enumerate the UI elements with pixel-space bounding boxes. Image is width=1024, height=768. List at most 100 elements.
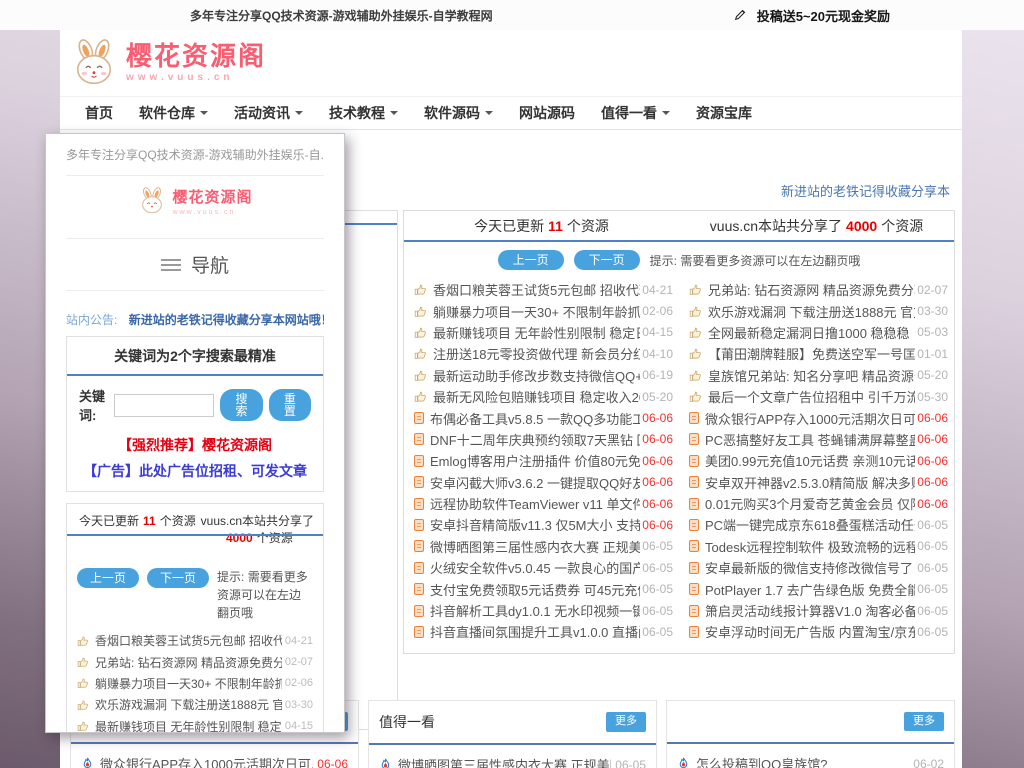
next-page-button[interactable]: 下一页 xyxy=(574,250,640,270)
resource-list-item[interactable]: 注册送18元零投资做代理 新会员分红存1000 04-10 xyxy=(404,343,679,364)
resource-title-link[interactable]: 安卓闪截大师v3.6.2 一键提取QQ好友发的闪图 xyxy=(430,473,640,492)
next-page-button[interactable]: 下一页 xyxy=(147,568,209,588)
resource-list-item[interactable]: 抖音直播间氛围提升工具v1.0.0 直播间自动发 06-05 xyxy=(404,621,679,642)
resource-list-item[interactable]: 远程协助软件TeamViewer v11 单文件版 方便 06-06 xyxy=(404,493,679,514)
overlay-list-item[interactable]: 香烟口粮芙蓉王试货5元包邮 招收代理 04-21 xyxy=(67,630,323,651)
bottom-list-item[interactable]: 微博晒图第三届性感内衣大赛 正规美图等你欣赏 06-05 xyxy=(369,745,656,768)
resource-title-link[interactable]: 【莆田潮牌鞋服】免费送空军一号匡威1970s xyxy=(708,344,915,363)
more-button[interactable]: 更多 xyxy=(606,712,646,731)
resource-list-item[interactable]: 微博晒图第三届性感内衣大赛 正规美图等你欣 06-05 xyxy=(404,536,679,557)
resource-list-item[interactable]: 安卓最新版的微信支持修改微信号了！ IOS版 06-05 xyxy=(679,557,954,578)
resource-title-link[interactable]: PC恶搞整好友工具 苍蝇铺满屏幕整蛊专家 效 xyxy=(705,430,915,449)
resource-title-link[interactable]: 最新赚钱项目 无年龄性别限制 稳定日撸300+ xyxy=(433,323,640,342)
search-button[interactable]: 搜索 xyxy=(220,389,262,421)
overlay-logo[interactable]: 樱花资源阁 www.vuus.cn xyxy=(46,176,344,238)
resource-title-link[interactable]: 兄弟站: 钻石资源网 精品资源免费分享基地 xyxy=(708,280,915,299)
resource-title-link[interactable]: 微众银行APP存入1000元活期次日可以获得无 xyxy=(705,409,915,428)
resource-list-item[interactable]: 躺赚暴力项目一天30+ 不限制年龄抓紧上车 02-06 xyxy=(404,300,679,321)
resource-list-item[interactable]: 火绒安全软件v5.0.45 一款良心的国产安全软件 06-05 xyxy=(404,557,679,578)
resource-title-link[interactable]: 注册送18元零投资做代理 新会员分红存1000 xyxy=(433,344,640,363)
nav-item[interactable]: 技术教程 xyxy=(316,103,411,123)
resource-list-item[interactable]: PotPlayer 1.7 去广告绿色版 免费全能影音播 06-05 xyxy=(679,578,954,599)
resource-list-item[interactable]: 欢乐游戏漏洞 下载注册送1888元 官方合作 03-30 xyxy=(679,300,954,321)
resource-title-link[interactable]: 最后一个文章广告位招租中 引千万流 聚八方 xyxy=(708,387,915,406)
resource-title-link[interactable]: 香烟口粮芙蓉王试货5元包邮 招收代理 xyxy=(433,280,640,299)
resource-title-link[interactable]: PotPlayer 1.7 去广告绿色版 免费全能影音播 xyxy=(705,580,915,599)
resource-title-link[interactable]: 欢乐游戏漏洞 下载注册送1888元 官方合作 xyxy=(708,302,915,321)
resource-title-link[interactable]: 布偶必备工具v5.8.5 一款QQ多功能工具软件 xyxy=(430,409,640,428)
resource-list-item[interactable]: 微众银行APP存入1000元活期次日可以获得无 06-06 xyxy=(679,407,954,428)
resource-title-link[interactable]: 欢乐游戏漏洞 下载注册送1888元 官方合 xyxy=(95,696,282,713)
promo-recommend-link[interactable]: 【强烈推荐】樱花资源阁 xyxy=(67,430,323,457)
resource-list-item[interactable]: 皇族馆兄弟站: 知名分享吧 精品资源分享基地 05-20 xyxy=(679,365,954,386)
overlay-list-item[interactable]: 最新赚钱项目 无年龄性别限制 稳定日撸 04-15 xyxy=(67,716,323,733)
reset-button[interactable]: 重置 xyxy=(269,389,311,421)
search-input[interactable] xyxy=(114,394,214,417)
resource-title-link[interactable]: 远程协助软件TeamViewer v11 单文件版 方便 xyxy=(430,494,640,513)
bottom-list-item[interactable]: 微众银行APP存入1000元活期次日可以获得无门 06-06 xyxy=(71,744,358,768)
resource-title-link[interactable]: 最新无风险包赔赚钱项目 稳定收入200-500元 xyxy=(433,387,640,406)
resource-title-link[interactable]: 安卓最新版的微信支持修改微信号了！ IOS版 xyxy=(705,558,915,577)
resource-list-item[interactable]: 最新运动助手修改步数支持微信QQ+ZFB步 06-19 xyxy=(404,365,679,386)
resource-title-link[interactable]: 支付宝免费领取5元话费券 可45元充值三网50 xyxy=(430,580,640,599)
resource-list-item[interactable]: Emlog博客用户注册插件 价值80元免费分享 06-06 xyxy=(404,450,679,471)
resource-list-item[interactable]: 布偶必备工具v5.8.5 一款QQ多功能工具软件 06-06 xyxy=(404,407,679,428)
resource-list-item[interactable]: 【莆田潮牌鞋服】免费送空军一号匡威1970s 01-01 xyxy=(679,343,954,364)
nav-item[interactable]: 网站源码 xyxy=(506,103,588,123)
prev-page-button[interactable]: 上一页 xyxy=(77,568,139,588)
resource-title-link[interactable]: 最新赚钱项目 无年龄性别限制 稳定日撸 xyxy=(95,718,282,733)
nav-item[interactable]: 软件源码 xyxy=(411,103,506,123)
resource-title-link[interactable]: DNF十二周年庆典预约领取7天黑钻 回归用户 xyxy=(430,430,640,449)
resource-title-link[interactable]: 火绒安全软件v5.0.45 一款良心的国产安全软件 xyxy=(430,558,640,577)
resource-title-link[interactable]: 安卓浮动时间无广告版 内置淘宝/京东/苏宁/招 xyxy=(705,622,915,641)
resource-list-item[interactable]: 兄弟站: 钻石资源网 精品资源免费分享基地 02-07 xyxy=(679,279,954,300)
resource-title-link[interactable]: 微博晒图第三届性感内衣大赛 正规美图等你欣 xyxy=(430,537,640,556)
resource-title-link[interactable]: 安卓双开神器v2.5.3.0精简版 解决多账号切换 xyxy=(705,473,915,492)
nav-item[interactable]: 首页 xyxy=(72,103,126,123)
resource-title-link[interactable]: Todesk远程控制软件 极致流畅的远程协助工具 xyxy=(705,537,915,556)
resource-title-link[interactable]: 抖音解析工具dy1.0.1 无水印视频一键解析软件 xyxy=(430,601,640,620)
resource-list-item[interactable]: Todesk远程控制软件 极致流畅的远程协助工具 06-05 xyxy=(679,536,954,557)
nav-item[interactable]: 活动资讯 xyxy=(221,103,316,123)
resource-title-link[interactable]: 最新运动助手修改步数支持微信QQ+ZFB步 xyxy=(433,366,640,385)
bottom-item-title-link[interactable]: 微博晒图第三届性感内衣大赛 正规美图等你欣赏 xyxy=(398,755,611,768)
resource-list-item[interactable]: 美团0.99元充值10元话费 亲测10元话费秒到 06-06 xyxy=(679,450,954,471)
resource-title-link[interactable]: 美团0.99元充值10元话费 亲测10元话费秒到 xyxy=(705,451,915,470)
resource-title-link[interactable]: 躺赚暴力项目一天30+ 不限制年龄抓紧上 xyxy=(95,675,282,692)
resource-list-item[interactable]: 最新无风险包赔赚钱项目 稳定收入200-500元 05-20 xyxy=(404,386,679,407)
resource-list-item[interactable]: 安卓抖音精简版v11.3 仅5M大小 支持账号登录 06-06 xyxy=(404,514,679,535)
resource-title-link[interactable]: 香烟口粮芙蓉王试货5元包邮 招收代理 xyxy=(95,632,282,649)
nav-item[interactable]: 值得一看 xyxy=(588,103,683,123)
resource-list-item[interactable]: DNF十二周年庆典预约领取7天黑钻 回归用户 06-06 xyxy=(404,429,679,450)
bottom-list-item[interactable]: 怎么投稿到QQ皇族馆? 06-02 xyxy=(667,744,954,768)
resource-list-item[interactable]: 0.01元购买3个月爱奇艺黄金会员 仅限京东白 06-06 xyxy=(679,493,954,514)
resource-title-link[interactable]: 箫启灵活动线报计算器V1.0 淘客必备的一款软 xyxy=(705,601,915,620)
resource-list-item[interactable]: 安卓闪截大师v3.6.2 一键提取QQ好友发的闪图 06-06 xyxy=(404,472,679,493)
resource-list-item[interactable]: 箫启灵活动线报计算器V1.0 淘客必备的一款软 06-05 xyxy=(679,600,954,621)
resource-title-link[interactable]: 抖音直播间氛围提升工具v1.0.0 直播间自动发 xyxy=(430,622,640,641)
resource-title-link[interactable]: PC端一键完成京东618叠蛋糕活动任务工具 xyxy=(705,515,915,534)
more-button[interactable]: 更多 xyxy=(904,712,944,731)
resource-title-link[interactable]: 0.01元购买3个月爱奇艺黄金会员 仅限京东白 xyxy=(705,494,915,513)
resource-list-item[interactable]: 最新赚钱项目 无年龄性别限制 稳定日撸300+ 04-15 xyxy=(404,322,679,343)
resource-title-link[interactable]: 全网最新稳定漏洞日撸1000 稳稳稳 xyxy=(708,323,915,342)
resource-title-link[interactable]: 躺赚暴力项目一天30+ 不限制年龄抓紧上车 xyxy=(433,302,640,321)
resource-title-link[interactable]: 皇族馆兄弟站: 知名分享吧 精品资源分享基地 xyxy=(708,366,915,385)
site-logo[interactable]: 樱花资源阁 www.vuus.cn xyxy=(68,38,266,88)
bottom-item-title-link[interactable]: 怎么投稿到QQ皇族馆? xyxy=(696,754,909,768)
overlay-list-item[interactable]: 欢乐游戏漏洞 下载注册送1888元 官方合 03-30 xyxy=(67,694,323,715)
resource-list-item[interactable]: PC端一键完成京东618叠蛋糕活动任务工具 06-05 xyxy=(679,514,954,535)
resource-title-link[interactable]: 兄弟站: 钻石资源网 精品资源免费分享基 xyxy=(95,654,282,671)
resource-title-link[interactable]: Emlog博客用户注册插件 价值80元免费分享 xyxy=(430,451,640,470)
overlay-nav-toggle[interactable]: 导航 xyxy=(66,238,324,291)
resource-list-item[interactable]: PC恶搞整好友工具 苍蝇铺满屏幕整蛊专家 效 06-06 xyxy=(679,429,954,450)
overlay-list-item[interactable]: 躺赚暴力项目一天30+ 不限制年龄抓紧上 02-06 xyxy=(67,673,323,694)
resource-list-item[interactable]: 安卓双开神器v2.5.3.0精简版 解决多账号切换 06-06 xyxy=(679,472,954,493)
nav-item[interactable]: 资源宝库 xyxy=(683,103,765,123)
nav-item[interactable]: 软件仓库 xyxy=(126,103,221,123)
resource-list-item[interactable]: 安卓浮动时间无广告版 内置淘宝/京东/苏宁/招 06-05 xyxy=(679,621,954,642)
bottom-item-title-link[interactable]: 微众银行APP存入1000元活期次日可以获得无门 xyxy=(100,754,313,768)
submit-reward-link[interactable]: 投稿送5~20元现金奖励 xyxy=(733,6,890,25)
resource-list-item[interactable]: 香烟口粮芙蓉王试货5元包邮 招收代理 04-21 xyxy=(404,279,679,300)
prev-page-button[interactable]: 上一页 xyxy=(498,250,564,270)
